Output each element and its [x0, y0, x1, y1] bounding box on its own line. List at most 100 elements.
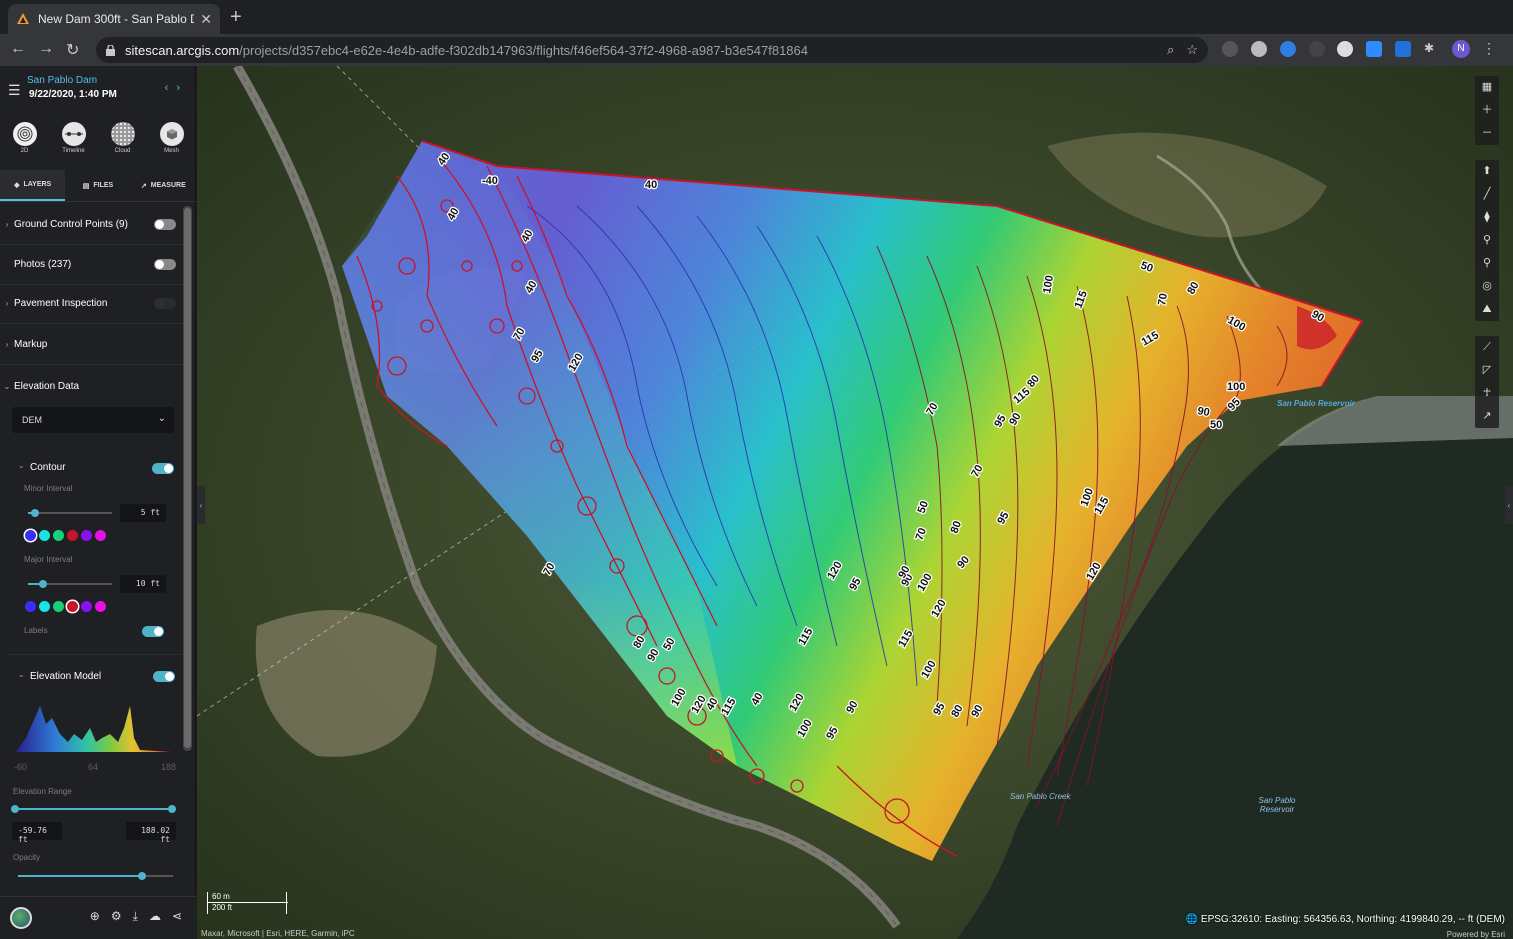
color-swatch[interactable] [95, 530, 106, 541]
area-icon[interactable]: ◸ [1483, 359, 1491, 382]
new-tab-icon[interactable]: + [230, 6, 242, 29]
share-icon[interactable]: ⋖ [172, 909, 182, 924]
zoom-in-icon[interactable]: ＋ [1482, 99, 1493, 122]
zoom-meeting-icon[interactable] [1366, 41, 1382, 57]
address-bar[interactable]: sitescan.arcgis.com /projects/d357ebc4-e… [96, 37, 1208, 63]
chevron-right-icon[interactable]: › [0, 220, 14, 229]
color-swatch[interactable] [53, 530, 64, 541]
layer-row-markup[interactable]: › Markup [0, 325, 182, 365]
url-host: sitescan.arcgis.com [125, 42, 240, 58]
line-measure-icon[interactable]: ╱ [1484, 183, 1491, 206]
panel-scrollbar[interactable] [183, 206, 192, 751]
minor-interval-slider[interactable] [28, 509, 112, 517]
view-2d-button[interactable]: 2D [0, 118, 49, 164]
bookmark-star-icon[interactable]: ☆ [1186, 42, 1198, 58]
color-swatch[interactable] [81, 601, 92, 612]
location-pin-icon[interactable]: ⚲ [1483, 229, 1491, 252]
minor-interval-input[interactable]: 5 ft [120, 504, 166, 522]
range-max-input[interactable]: 188.02 ft [126, 822, 176, 844]
tab-layers[interactable]: ◆ LAYERS [0, 170, 66, 201]
color-swatch[interactable] [67, 601, 78, 612]
chevron-down-icon[interactable]: ⌄ [18, 670, 25, 679]
labels-toggle[interactable] [142, 626, 164, 637]
flight-date[interactable]: 9/22/2020, 1:40 PM [29, 89, 117, 100]
volume-icon[interactable]: ⛰ [1482, 298, 1491, 321]
project-name[interactable]: San Pablo Dam [27, 75, 97, 86]
person-icon[interactable]: ☥ [1483, 382, 1491, 405]
opacity-slider[interactable] [18, 872, 173, 880]
color-swatch[interactable] [53, 601, 64, 612]
extension-icon[interactable] [1280, 41, 1296, 57]
hist-mid: 64 [88, 762, 99, 772]
target-icon[interactable]: ◎ [1482, 275, 1492, 298]
compass-icon[interactable]: ⬆ [1482, 160, 1491, 183]
view-mesh-button[interactable]: Mesh [147, 118, 196, 164]
color-swatch[interactable] [81, 530, 92, 541]
flight-nav-arrows[interactable]: ‹› [165, 82, 188, 94]
major-interval-slider[interactable] [28, 580, 112, 588]
browser-tab[interactable]: New Dam 300ft - San Pablo Da ✕ [8, 4, 220, 34]
add-icon[interactable]: ⊕ [90, 909, 100, 924]
color-swatch[interactable] [95, 601, 106, 612]
map-view[interactable]: 40 -40 40 40 40 40 70 95 120 50 80 90 100 115 70 100 115… [197, 66, 1513, 939]
expand-icon[interactable]: ↗ [1482, 405, 1491, 428]
zoom-out-icon[interactable]: － [1482, 122, 1493, 145]
marker-icon[interactable]: ⚲ [1483, 252, 1491, 275]
gcp-toggle[interactable] [154, 219, 176, 230]
extension-icon[interactable] [1222, 41, 1238, 57]
elevation-model-toggle[interactable] [153, 671, 175, 682]
zoom-icon[interactable]: ⌕ [1167, 42, 1174, 58]
puzzle-extensions-icon[interactable]: ✱ [1424, 41, 1440, 57]
tab-close-icon[interactable]: ✕ [200, 11, 212, 28]
chevron-down-icon[interactable]: ⌄ [0, 382, 14, 391]
chevron-right-icon[interactable]: › [0, 340, 14, 349]
layer-row-elevation[interactable]: ⌄ Elevation Data [0, 366, 182, 406]
tab-measure[interactable]: ↗ MEASURE [131, 170, 196, 201]
color-swatch[interactable] [39, 530, 50, 541]
layer-label: Markup [14, 339, 48, 350]
major-interval-input[interactable]: 10 ft [120, 575, 166, 593]
forward-icon[interactable]: → [38, 40, 54, 58]
chevron-down-icon[interactable]: ⌄ [18, 461, 25, 470]
map-canvas[interactable]: 40-40 404040407095 120508090100115 70100115… [197, 66, 1513, 939]
tab-files[interactable]: ▤ FILES [65, 170, 130, 201]
collapse-panel-right[interactable]: ‹ [1505, 486, 1513, 524]
profile-icon[interactable]: ⟋ [1483, 336, 1491, 359]
color-swatch[interactable] [25, 530, 36, 541]
reload-icon[interactable]: ↻ [66, 40, 79, 60]
browser-menu-icon[interactable]: ⋮ [1482, 40, 1498, 56]
adblock-icon[interactable] [1251, 41, 1267, 57]
extension-icon[interactable] [1337, 41, 1353, 57]
photos-toggle[interactable] [154, 259, 176, 270]
color-swatch[interactable] [67, 530, 78, 541]
elevation-range-slider[interactable] [11, 805, 176, 813]
range-max-handle[interactable] [168, 805, 176, 813]
process-icon[interactable]: ⚙ [111, 909, 122, 924]
hamburger-menu-icon[interactable]: ☰ [8, 82, 21, 99]
view-timeline-button[interactable]: Timeline [49, 118, 98, 164]
cloud-upload-icon[interactable]: ☁ [149, 909, 161, 924]
back-icon[interactable]: ← [10, 40, 26, 58]
elevation-dataset-select[interactable]: DEM ⌄ [12, 407, 174, 433]
pavement-toggle[interactable] [154, 298, 176, 309]
contour-toggle[interactable] [152, 463, 174, 474]
range-min-input[interactable]: -59.76 ft [12, 822, 62, 844]
basemap-grid-icon[interactable]: ▦ [1482, 76, 1492, 99]
info-extension-icon[interactable] [1309, 41, 1325, 57]
view-cloud-button[interactable]: Cloud [98, 118, 147, 164]
basemap-globe-icon[interactable] [10, 907, 32, 929]
elevation-point-icon[interactable]: ⧫ [1484, 206, 1489, 229]
color-swatch[interactable] [39, 601, 50, 612]
download-icon[interactable]: ⤓ [133, 909, 138, 924]
layer-row-photos[interactable]: Photos (237) [0, 245, 182, 285]
layer-row-gcp[interactable]: › Ground Control Points (9) [0, 205, 182, 245]
scale-metric: 60 m [212, 892, 230, 901]
extension-icon[interactable] [1395, 41, 1411, 57]
range-min-handle[interactable] [11, 805, 19, 813]
color-swatch[interactable] [25, 601, 36, 612]
chevron-right-icon[interactable]: › [0, 299, 14, 308]
collapse-panel-left[interactable]: ‹ [197, 486, 205, 524]
layer-row-pavement[interactable]: › Pavement Inspection [0, 284, 182, 324]
profile-avatar[interactable]: N [1452, 40, 1470, 58]
scrollbar-thumb[interactable] [184, 208, 191, 748]
